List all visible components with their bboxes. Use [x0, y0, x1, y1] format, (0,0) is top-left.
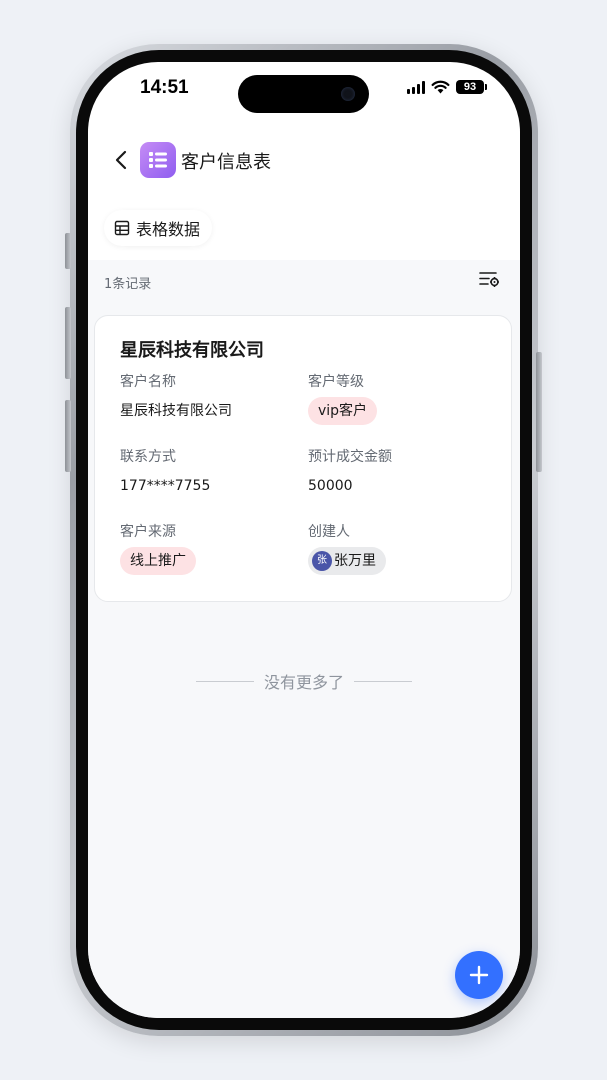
field-label: 客户等级 — [308, 374, 364, 390]
creator-chip: 张 张万里 — [308, 547, 386, 575]
wifi-icon — [431, 80, 450, 94]
action-button — [65, 233, 71, 269]
table-list-icon — [140, 142, 176, 178]
field-customer-name: 客户名称 星辰科技有限公司 — [120, 372, 232, 421]
source-tag: 线上推广 — [120, 547, 196, 575]
field-label: 客户来源 — [120, 524, 176, 540]
phone-screen: 14:51 93 客户信息表 表格数据 1条记录 星辰科技有限公司 客户名称 星… — [88, 62, 520, 1018]
creator-name: 张万里 — [334, 553, 376, 569]
back-chevron-icon[interactable] — [110, 148, 134, 172]
battery-icon: 93 — [456, 80, 487, 94]
filter-settings-icon[interactable] — [478, 268, 500, 290]
navigation-bar: 客户信息表 — [88, 140, 520, 184]
field-label: 联系方式 — [120, 449, 176, 465]
field-label: 客户名称 — [120, 374, 176, 390]
field-expected-amount: 预计成交金额 50000 — [308, 447, 392, 496]
field-customer-level: 客户等级 vip客户 — [308, 372, 378, 425]
cellular-signal-icon — [407, 80, 425, 94]
dynamic-island — [238, 75, 369, 113]
status-indicators: 93 — [407, 80, 487, 94]
field-contact: 联系方式 177****7755 — [120, 447, 210, 496]
power-button — [536, 352, 542, 472]
field-label: 创建人 — [308, 524, 350, 540]
avatar: 张 — [312, 551, 332, 571]
field-label: 预计成交金额 — [308, 449, 392, 465]
view-tab-label: 表格数据 — [136, 220, 201, 239]
page-title: 客户信息表 — [181, 152, 271, 173]
volume-up-button — [65, 307, 71, 379]
view-tab-table-data[interactable]: 表格数据 — [104, 210, 213, 246]
divider-line — [354, 680, 412, 682]
plus-icon — [469, 965, 489, 985]
volume-down-button — [65, 400, 71, 472]
field-value: 50000 — [308, 478, 353, 494]
field-creator: 创建人 张 张万里 — [308, 522, 386, 575]
end-of-list-divider: 没有更多了 — [88, 669, 520, 693]
status-time: 14:51 — [140, 77, 189, 98]
divider-line — [195, 680, 254, 682]
record-count: 1条记录 — [104, 277, 152, 292]
record-card[interactable]: 星辰科技有限公司 客户名称 星辰科技有限公司 客户等级 vip客户 联系方式 1… — [94, 315, 512, 602]
record-list: 1条记录 星辰科技有限公司 客户名称 星辰科技有限公司 客户等级 vip客户 联… — [88, 260, 520, 1018]
grid-table-icon — [114, 220, 130, 236]
field-customer-source: 客户来源 线上推广 — [120, 522, 196, 575]
add-record-button[interactable] — [455, 951, 503, 999]
front-camera-icon — [341, 87, 355, 101]
record-title: 星辰科技有限公司 — [120, 340, 264, 361]
level-tag: vip客户 — [308, 397, 378, 425]
field-value: 星辰科技有限公司 — [120, 403, 232, 419]
end-of-list-text: 没有更多了 — [263, 673, 344, 692]
field-value: 177****7755 — [120, 478, 211, 494]
